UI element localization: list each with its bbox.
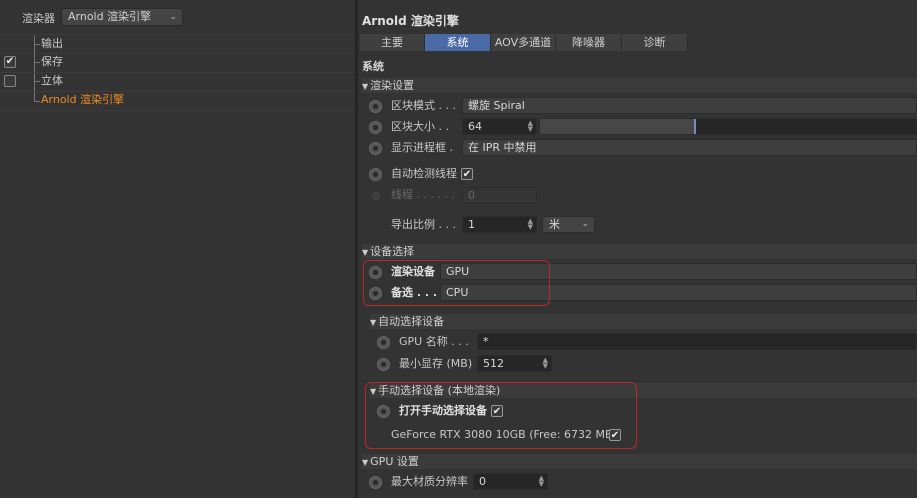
- triangle-down-icon: ▼: [362, 248, 369, 257]
- renderer-dropdown[interactable]: Arnold 渲染引擎 ⌄: [61, 8, 183, 26]
- bucket-mode-dropdown[interactable]: 螺旋 Spiral: [462, 97, 917, 114]
- gpu-settings-heading: GPU 设置: [370, 455, 419, 468]
- max-resolution-value: 0: [479, 475, 486, 488]
- checkmark-icon: ✔: [462, 169, 472, 180]
- max-resolution-label: 最大材质分辨率: [391, 475, 468, 488]
- max-resolution-anim-icon[interactable]: [369, 476, 382, 489]
- progress-window-value: 在 IPR 中禁用: [468, 141, 537, 154]
- min-memory-label: 最小显存 (MB): [399, 357, 473, 370]
- triangle-down-icon: ▼: [362, 82, 369, 91]
- bucket-mode-value: 螺旋 Spiral: [468, 99, 525, 112]
- tree-separator: [0, 110, 355, 111]
- bucket-size-slider[interactable]: [539, 118, 917, 135]
- tree-item-output[interactable]: 输出: [41, 35, 63, 53]
- export-scale-label: 导出比例 . . .: [391, 218, 456, 231]
- auto-threads-label: 自动检测线程: [391, 167, 457, 180]
- renderer-dropdown-value: Arnold 渲染引擎: [68, 10, 152, 23]
- tree-connector: [34, 44, 40, 45]
- bucket-size-anim-icon[interactable]: [369, 121, 382, 134]
- spinner-icon[interactable]: ▲ ▼: [528, 218, 533, 231]
- panel-divider[interactable]: [355, 0, 358, 498]
- tree-connector: [34, 101, 40, 102]
- threads-anim-icon: [372, 192, 380, 200]
- stereo-checkbox[interactable]: [4, 75, 16, 87]
- min-memory-value: 512: [483, 357, 504, 370]
- triangle-down-icon: ▼: [370, 318, 377, 327]
- tab-main[interactable]: 主要: [360, 34, 425, 51]
- progress-window-label: 显示进程框 .: [391, 141, 453, 154]
- gpu-name-input[interactable]: *: [477, 333, 917, 350]
- export-scale-value: 1: [468, 218, 475, 231]
- export-scale-input[interactable]: 1 ▲ ▼: [462, 216, 537, 233]
- gpu-name-label: GPU 名称 . . .: [399, 335, 469, 348]
- auto-device-heading: 自动选择设备: [378, 315, 445, 328]
- bucket-size-slider-thumb[interactable]: [694, 119, 696, 134]
- render-settings-tree-panel: 渲染器 Arnold 渲染引擎 ⌄ 输出 ✔ 保存 立体 Arnold 渲染引擎: [0, 0, 355, 498]
- tree-connector-line: [34, 36, 35, 102]
- tab-system[interactable]: 系统: [425, 34, 491, 51]
- tree-connector: [34, 81, 40, 82]
- tree-connector: [34, 62, 40, 63]
- spinner-icon[interactable]: ▲ ▼: [528, 120, 533, 133]
- min-memory-anim-icon[interactable]: [377, 358, 390, 371]
- chevron-down-icon: ⌄: [581, 219, 589, 229]
- bucket-mode-label: 区块模式 . . .: [391, 99, 456, 112]
- gpu-name-value: *: [483, 335, 489, 348]
- renderer-label: 渲染器: [22, 12, 55, 25]
- highlight-box: [363, 260, 550, 306]
- device-selection-heading: 设备选择: [370, 245, 415, 258]
- threads-input: 0: [462, 187, 537, 204]
- gpu-settings-group-header[interactable]: ▼ GPU 设置: [362, 454, 917, 469]
- highlight-box: [365, 382, 637, 449]
- threads-value: 0: [468, 189, 475, 202]
- tree-item-arnold[interactable]: Arnold 渲染引擎: [41, 91, 124, 109]
- tab-aov[interactable]: AOV多通道: [491, 34, 556, 51]
- export-scale-unit-value: 米: [549, 218, 560, 231]
- gpu-name-anim-icon[interactable]: [377, 336, 390, 349]
- device-selection-group-header[interactable]: ▼ 设备选择: [362, 244, 917, 259]
- max-resolution-input[interactable]: 0 ▲ ▼: [473, 473, 548, 490]
- progress-window-dropdown[interactable]: 在 IPR 中禁用: [462, 139, 917, 156]
- bucket-size-input[interactable]: 64 ▲ ▼: [462, 118, 537, 135]
- export-scale-unit-dropdown[interactable]: 米 ⌄: [542, 216, 595, 233]
- chevron-down-icon: ⌄: [169, 12, 177, 22]
- progress-window-anim-icon[interactable]: [369, 142, 382, 155]
- min-memory-input[interactable]: 512 ▲ ▼: [477, 355, 552, 372]
- auto-device-group-header[interactable]: ▼ 自动选择设备: [370, 314, 917, 329]
- tree-item-save[interactable]: 保存: [41, 53, 63, 71]
- spinner-icon[interactable]: ▲ ▼: [539, 475, 544, 488]
- bucket-mode-anim-icon[interactable]: [369, 100, 382, 113]
- render-settings-heading: 渲染设置: [370, 79, 415, 92]
- bucket-size-value: 64: [468, 120, 482, 133]
- triangle-down-icon: ▼: [362, 458, 369, 467]
- threads-label: 线程 . . . . . .: [391, 188, 455, 201]
- checkmark-icon: ✔: [5, 56, 15, 67]
- auto-threads-checkbox[interactable]: ✔: [461, 168, 473, 180]
- section-heading: 系统: [362, 60, 384, 73]
- tab-denoiser[interactable]: 降噪器: [556, 34, 622, 51]
- render-settings-group-header[interactable]: ▼ 渲染设置: [362, 78, 917, 93]
- save-checkbox[interactable]: ✔: [4, 56, 16, 68]
- bucket-size-slider-fill: [540, 119, 694, 134]
- bucket-size-label: 区块大小 . .: [391, 120, 449, 133]
- panel-title: Arnold 渲染引擎: [362, 14, 459, 28]
- tab-diagnostics[interactable]: 诊断: [622, 34, 688, 51]
- tree-item-stereo[interactable]: 立体: [41, 72, 63, 90]
- spinner-icon[interactable]: ▲ ▼: [543, 357, 548, 370]
- auto-threads-anim-icon[interactable]: [369, 168, 382, 181]
